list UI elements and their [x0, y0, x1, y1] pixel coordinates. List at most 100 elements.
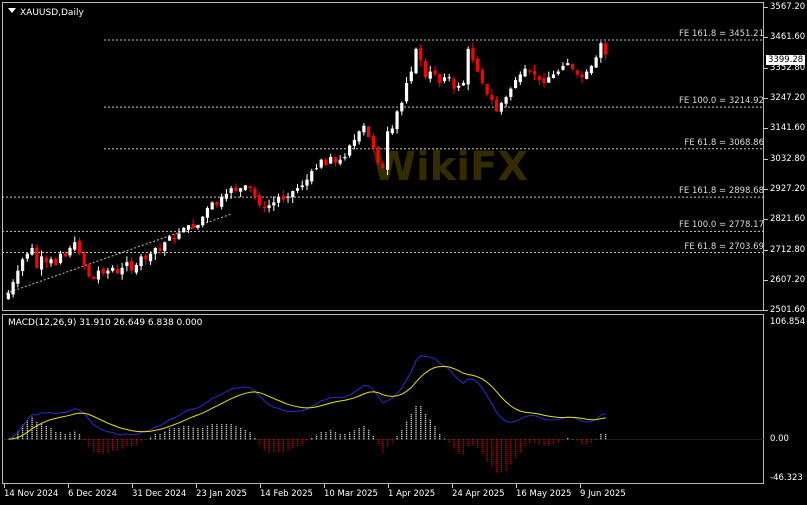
- price-tick: [764, 128, 768, 130]
- candle-bull: [509, 88, 513, 97]
- candle-bull: [205, 208, 210, 218]
- candle-bear: [262, 206, 266, 209]
- price-tick: [764, 158, 768, 160]
- candle-bear: [570, 64, 575, 69]
- candle-bull: [68, 247, 72, 256]
- candle-bear: [63, 253, 67, 257]
- candle-bear: [367, 126, 371, 138]
- price-tick: [764, 97, 768, 99]
- candle-bull: [428, 71, 432, 79]
- candle-bull: [267, 205, 271, 209]
- candle-bull: [177, 233, 181, 239]
- current-price-tag: 3399.28: [766, 55, 806, 65]
- candle-bear: [490, 94, 494, 101]
- candle-bear: [92, 276, 96, 280]
- candle-bear: [87, 264, 91, 277]
- candle-bull: [362, 125, 366, 133]
- date-tick: [388, 484, 389, 488]
- fe-level-label: FE 100.0 = 3214.92: [679, 96, 764, 107]
- signal-line: [8, 365, 606, 440]
- candle-bull: [30, 247, 34, 255]
- candle-bear: [281, 195, 285, 200]
- candle-bull: [385, 131, 390, 170]
- macd-label: MACD(12,26,9) 31.910 26.649 6.838 0.000: [8, 318, 203, 328]
- candle-bear: [542, 78, 546, 83]
- chart-window: WikiFX XAUUSD,Daily MACD(12,26,9) 31.910…: [0, 0, 807, 505]
- candle-bull: [196, 225, 200, 229]
- candle-bull: [310, 171, 314, 182]
- candle-bull: [16, 270, 20, 284]
- candle-bear: [144, 255, 148, 260]
- date-tick-label: 24 Apr 2025: [452, 489, 505, 499]
- candle-bear: [433, 70, 437, 75]
- candle-bull: [348, 145, 352, 156]
- price-tick: [764, 249, 768, 251]
- candle-bear: [528, 70, 532, 72]
- candle-bull: [314, 168, 319, 170]
- date-tick-label: 1 Apr 2025: [388, 489, 436, 499]
- price-tick: [764, 219, 768, 220]
- date-tick-label: 23 Jan 2025: [196, 489, 247, 499]
- candle-bull: [49, 259, 53, 264]
- candle-bull: [25, 253, 29, 259]
- candle-bear: [101, 268, 105, 274]
- candle-bull: [589, 65, 594, 74]
- date-tick: [68, 484, 69, 488]
- date-tick-label: 14 Feb 2025: [260, 489, 313, 499]
- candle-bear: [82, 253, 86, 265]
- candle-bull: [243, 185, 247, 190]
- candle-bear: [253, 188, 257, 197]
- candle-bull: [547, 77, 551, 83]
- price-tick: [764, 279, 768, 281]
- candle-bull: [357, 131, 361, 142]
- candle-bull: [96, 270, 101, 280]
- candle-bear: [130, 261, 134, 271]
- candle-bear: [575, 70, 579, 75]
- macd-tick-label: -46.323: [770, 473, 803, 483]
- candle-bull: [504, 97, 508, 104]
- candle-bear: [77, 240, 82, 254]
- price-tick-label: 2821.60: [770, 214, 806, 224]
- price-tick-label: 2927.20: [770, 183, 806, 194]
- candle-bear: [371, 136, 375, 149]
- fe-level-label: FE 61.8 = 2703.69: [684, 241, 764, 252]
- candle-bull: [167, 236, 172, 241]
- candle-bear: [537, 75, 541, 81]
- candle-bull: [457, 85, 461, 88]
- macd-tick-label: 106.854: [770, 317, 806, 327]
- candle-bull: [139, 256, 143, 267]
- candle-bull: [551, 74, 556, 79]
- candle-bear: [234, 187, 238, 192]
- candle-bull: [286, 196, 290, 198]
- chevron-down-icon[interactable]: [8, 8, 16, 13]
- candle-bear: [604, 43, 608, 55]
- candle-bull: [125, 262, 129, 266]
- fe-level-label: FE 61.8 = 3068.86: [684, 137, 764, 148]
- candle-bear: [480, 70, 484, 83]
- candle-bull: [239, 188, 243, 192]
- candle-bull: [513, 80, 518, 89]
- candle-bull: [599, 43, 603, 58]
- candle-bear: [381, 163, 385, 169]
- candle-bull: [523, 68, 527, 77]
- candle-bull: [153, 247, 157, 254]
- candle-bull: [566, 63, 570, 66]
- date-tick-label: 6 Dec 2024: [68, 489, 117, 499]
- price-tick-label: 3141.60: [770, 123, 806, 134]
- candle-bear: [485, 83, 489, 95]
- price-tick: [764, 310, 768, 311]
- fe-level-label: FE 161.8 = 3451.21: [679, 28, 764, 39]
- candle-bull: [556, 71, 560, 74]
- candle-bull: [343, 156, 347, 159]
- price-tick-label: 3247.20: [770, 92, 806, 103]
- candle-bull: [390, 128, 394, 134]
- candle-bear: [333, 157, 338, 163]
- candle-bear: [580, 74, 584, 78]
- date-tick-label: 9 Jun 2025: [580, 489, 626, 499]
- candle-bull: [272, 202, 276, 206]
- fe-level-label: FE 161.8 = 2898.68: [679, 186, 764, 197]
- candle-bear: [172, 237, 176, 240]
- price-tick: [764, 37, 768, 39]
- candle-bull: [414, 48, 418, 74]
- candle-bull: [106, 270, 110, 274]
